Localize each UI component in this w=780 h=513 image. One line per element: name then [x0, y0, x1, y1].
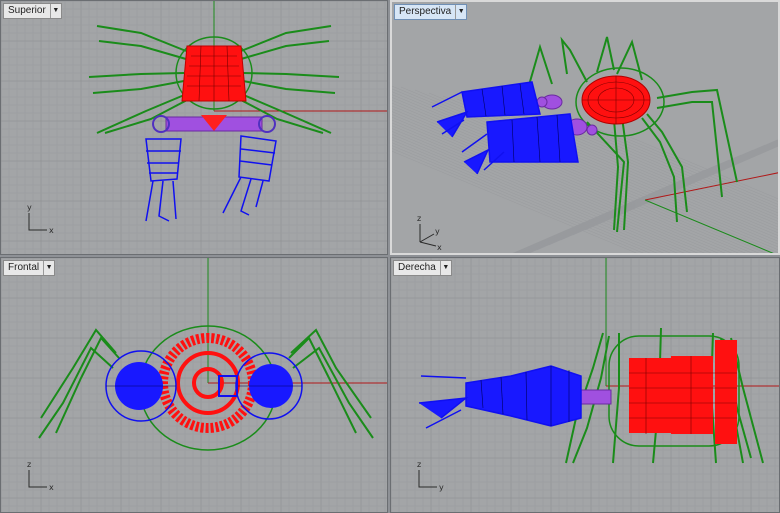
- grid-line: [525, 143, 778, 253]
- axis-label-y: y: [435, 227, 440, 236]
- axis-indicator: z x: [27, 460, 54, 492]
- axis-label-z: z: [417, 460, 421, 469]
- viewport-canvas-right[interactable]: z y: [391, 258, 780, 513]
- axis-indicator: y x: [27, 203, 54, 235]
- viewport-tab-right[interactable]: Derecha ▼: [393, 260, 452, 276]
- body-core-right: [715, 340, 737, 444]
- axis-label-y: y: [27, 203, 32, 212]
- viewport-label-perspective: Perspectiva: [399, 6, 452, 17]
- viewport-tab-top[interactable]: Superior ▼: [3, 3, 62, 19]
- viewport-label-top: Superior: [8, 5, 46, 16]
- body-core-mid: [671, 356, 713, 434]
- chevron-down-icon[interactable]: ▼: [455, 5, 466, 19]
- viewport-perspective[interactable]: Perspectiva ▼ z y x: [390, 0, 780, 255]
- axis-label-y: y: [439, 483, 444, 492]
- viewport-top[interactable]: Superior ▼ y x: [0, 0, 388, 255]
- chevron-down-icon[interactable]: ▼: [49, 4, 61, 18]
- arm-left: [145, 138, 182, 222]
- shoulder-joint: [580, 389, 612, 405]
- axis-indicator: z y x: [417, 214, 442, 252]
- axis-label-x: x: [49, 483, 54, 492]
- chevron-down-icon[interactable]: ▼: [43, 261, 54, 275]
- axis-indicator: z y: [417, 460, 444, 492]
- arm: [418, 365, 582, 429]
- axis-label-x: x: [49, 226, 54, 235]
- axis-label-x: x: [437, 243, 442, 252]
- chevron-down-icon[interactable]: ▼: [439, 261, 451, 275]
- viewport-front[interactable]: Frontal ▼ z x: [0, 257, 388, 513]
- viewport-label-right: Derecha: [398, 262, 436, 273]
- viewport-canvas-front[interactable]: z x: [1, 258, 388, 513]
- axis-label-z: z: [27, 460, 31, 469]
- arm-right: [222, 135, 277, 216]
- grid-line: [392, 131, 685, 253]
- viewport-canvas-top[interactable]: y x: [1, 1, 388, 255]
- axis-label-z: z: [417, 214, 421, 223]
- viewport-canvas-perspective[interactable]: z y x: [392, 2, 780, 255]
- viewport-label-front: Frontal: [8, 262, 40, 273]
- viewport-right[interactable]: Derecha ▼ z y: [390, 257, 780, 513]
- viewport-tab-perspective[interactable]: Perspectiva ▼: [394, 4, 468, 20]
- viewport-tab-front[interactable]: Frontal ▼: [3, 260, 56, 276]
